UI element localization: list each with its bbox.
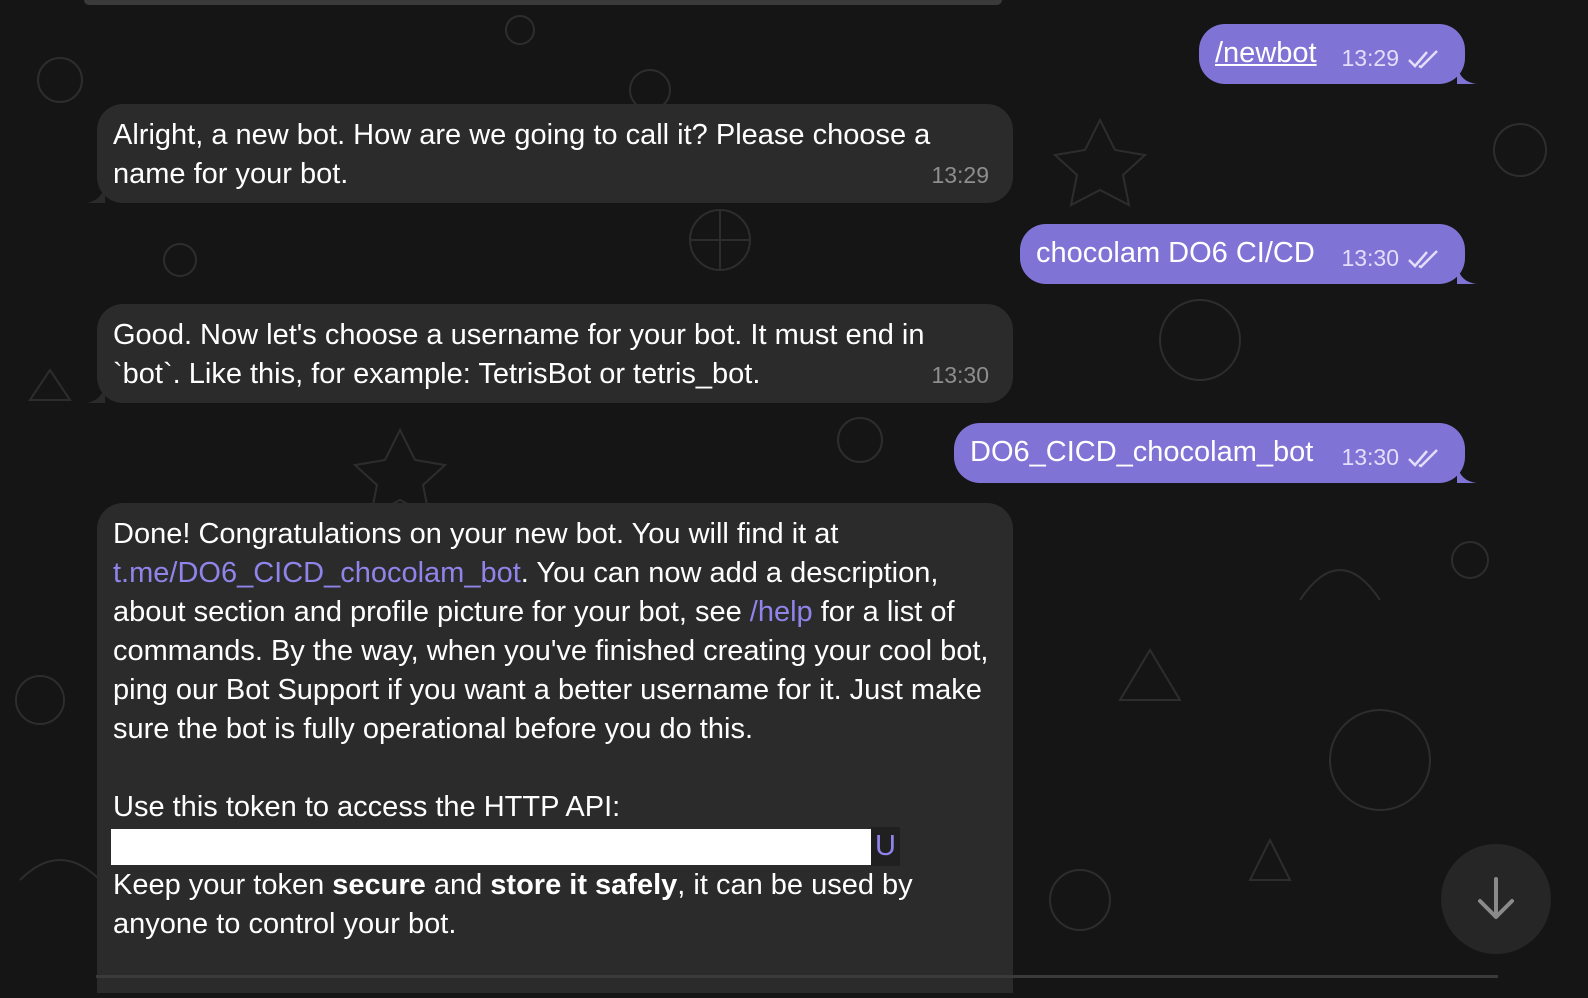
double-check-icon bbox=[1408, 448, 1438, 468]
help-command-link[interactable]: /help bbox=[750, 596, 813, 628]
bold-text: store it safely bbox=[490, 869, 678, 901]
message-time: 13:30 bbox=[1341, 444, 1399, 470]
double-check-icon bbox=[1408, 49, 1438, 69]
message-text: DO6_CICD_chocolam_bot bbox=[970, 436, 1314, 468]
incoming-message[interactable]: Done! Congratulations on your new bot. Y… bbox=[97, 503, 1013, 993]
message-meta: 13:30 bbox=[1341, 438, 1441, 477]
bold-text: secure bbox=[332, 869, 426, 901]
token-tail: U bbox=[871, 827, 900, 866]
bubble-tail bbox=[1457, 264, 1477, 284]
message-meta: 13:30 bbox=[1341, 239, 1441, 278]
double-check-icon bbox=[1408, 249, 1438, 269]
bubble-tail bbox=[85, 183, 105, 203]
message-text: Alright, a new bot. How are we going to … bbox=[113, 119, 931, 190]
outgoing-message[interactable]: DO6_CICD_chocolam_bot 13:30 bbox=[954, 423, 1477, 483]
message-text: chocolam DO6 CI/CD bbox=[1036, 237, 1315, 269]
bot-command-link[interactable]: /newbot bbox=[1215, 37, 1317, 69]
message-text: Good. Now let's choose a username for yo… bbox=[113, 319, 925, 390]
message-meta: 13:29 bbox=[931, 156, 989, 195]
redacted-token bbox=[111, 828, 871, 865]
scroll-down-button[interactable] bbox=[1441, 844, 1551, 954]
arrow-down-icon bbox=[1478, 877, 1514, 919]
message-time: 13:29 bbox=[1341, 45, 1399, 71]
message-meta: 13:30 bbox=[931, 356, 989, 395]
api-token[interactable]: U bbox=[111, 827, 997, 866]
message-text: Keep your token bbox=[113, 869, 325, 901]
incoming-message[interactable]: Good. Now let's choose a username for yo… bbox=[85, 304, 1013, 403]
bubble-tail bbox=[1457, 64, 1477, 84]
message-text: Done! Congratulations on your new bot. Y… bbox=[113, 518, 839, 550]
bubble-tail bbox=[1457, 463, 1477, 483]
message-time: 13:30 bbox=[1341, 245, 1399, 271]
bot-url-link[interactable]: t.me/DO6_CICD_chocolam_bot bbox=[113, 557, 521, 589]
message-time: 13:29 bbox=[931, 162, 989, 188]
token-label: Use this token to access the HTTP API: bbox=[113, 791, 621, 823]
message-paragraph: Keep your token secure and store it safe… bbox=[113, 866, 997, 944]
outgoing-message[interactable]: /newbot 13:29 bbox=[1199, 24, 1477, 84]
message-meta: 13:29 bbox=[1341, 39, 1441, 78]
bubble-tail bbox=[85, 383, 105, 403]
message-time: 13:30 bbox=[931, 362, 989, 388]
incoming-message[interactable]: Alright, a new bot. How are we going to … bbox=[85, 104, 1013, 203]
input-divider bbox=[96, 975, 1498, 978]
outgoing-message[interactable]: chocolam DO6 CI/CD 13:30 bbox=[1020, 224, 1477, 284]
message-paragraph: Done! Congratulations on your new bot. Y… bbox=[113, 515, 997, 749]
message-text: and bbox=[433, 869, 483, 901]
previous-message-edge bbox=[84, 0, 1002, 5]
